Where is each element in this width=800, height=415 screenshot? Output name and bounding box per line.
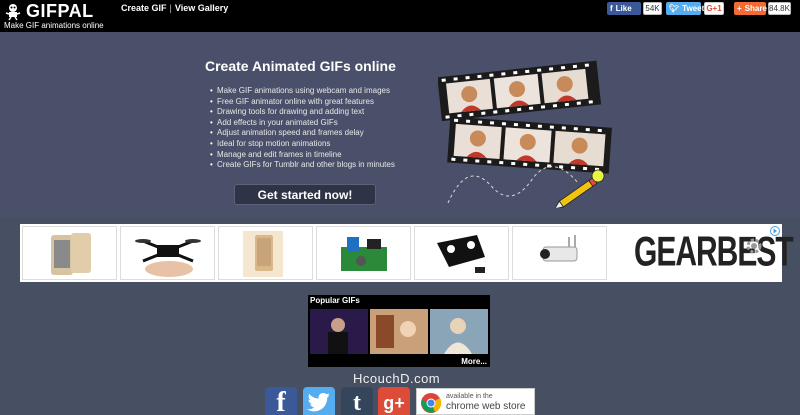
facebook-like-button[interactable]: f Like [607, 2, 641, 15]
ad-product-fpv-frame[interactable] [414, 226, 509, 280]
popular-gif-thumb[interactable] [370, 309, 428, 354]
brand-name: GIFPAL [26, 1, 94, 21]
feature-list: Make GIF animations using webcam and ima… [210, 86, 395, 171]
nav-separator: | [169, 3, 172, 13]
security-camera-product-image [540, 235, 578, 262]
drone-product-image [135, 239, 201, 277]
watermark-text: HcouchD.com [353, 371, 441, 386]
chrome-web-store-badge[interactable]: available in the chrome web store [416, 388, 535, 415]
feature-item: Drawing tools for drawing and adding tex… [210, 107, 395, 118]
adchoices-icon[interactable] [770, 226, 780, 236]
get-started-button[interactable]: Get started now! [234, 184, 376, 205]
facebook-icon[interactable]: f [265, 387, 297, 415]
facebook-like-label: Like [615, 4, 632, 13]
popular-gifs-title: Popular GIFs [310, 296, 360, 305]
popular-gifs-panel: Popular GIFs More... [308, 295, 490, 367]
tweet-label: Tweet [682, 4, 705, 13]
circuit-board-product-image [341, 237, 387, 271]
share-plus-icon: + [737, 4, 742, 13]
facebook-icon: f [610, 4, 613, 13]
chrome-badge-line1: available in the [446, 393, 493, 400]
nav-view-gallery[interactable]: View Gallery [175, 3, 228, 13]
feature-item: Add effects in your animated GIFs [210, 118, 395, 129]
ad-product-phone-gold[interactable] [218, 226, 313, 280]
gold-phone-product-image [243, 231, 283, 277]
share-button[interactable]: + Share [734, 2, 767, 15]
film-strip-illustration [438, 60, 612, 208]
chrome-badge-line2: chrome web store [446, 401, 526, 412]
feature-item: Adjust animation speed and frames delay [210, 128, 395, 139]
top-bar: GIFPAL Make GIF animations online Create… [0, 0, 800, 32]
twitter-icon[interactable] [303, 387, 335, 415]
feature-item: Create GIFs for Tumblr and other blogs i… [210, 160, 395, 171]
hero-section: Create Animated GIFs online Make GIF ani… [0, 32, 800, 218]
gifpal-robot-icon [5, 4, 21, 21]
google-plus-icon[interactable]: g+ [378, 387, 410, 415]
popular-gif-thumb[interactable] [430, 309, 488, 354]
twitter-bird-icon [307, 393, 330, 412]
nav-create-gif[interactable]: Create GIF [121, 3, 167, 13]
popular-gifs-more-link[interactable]: More... [461, 357, 487, 366]
feature-item: Free GIF animator online with great feat… [210, 97, 395, 108]
tumblr-icon[interactable]: t [341, 387, 373, 415]
gifpal-logo[interactable]: GIFPAL Make GIF animations online [2, 1, 114, 30]
feature-item: Ideal for stop motion animations [210, 139, 395, 150]
share-label: Share [744, 4, 767, 13]
ad-product-camera[interactable] [512, 226, 607, 280]
main-nav: Create GIF | View Gallery [121, 3, 228, 13]
tweet-button[interactable]: 🐦︎ Tweet [666, 2, 705, 15]
gearbest-logo-text[interactable]: GEARBEST [634, 229, 794, 277]
feature-item: Make GIF animations using webcam and ima… [210, 86, 395, 97]
ad-product-phone[interactable] [22, 226, 117, 280]
google-plus-one-button[interactable]: G+1 [704, 2, 724, 15]
ad-product-circuit[interactable] [316, 226, 411, 280]
popular-gif-thumb[interactable] [310, 309, 368, 354]
feature-item: Manage and edit frames in timeline [210, 150, 395, 161]
ad-banner[interactable]: GEARBEST [20, 224, 794, 282]
twitter-bird-icon: 🐦︎ [669, 4, 680, 13]
facebook-like-count: 54K [643, 2, 662, 15]
hero-title: Create Animated GIFs online [205, 58, 396, 74]
chrome-icon [421, 393, 442, 413]
brand-tagline: Make GIF animations online [4, 21, 104, 30]
ad-product-drone[interactable] [120, 226, 215, 280]
share-count: 84.8K [768, 2, 791, 15]
gear-icon [746, 238, 762, 254]
phone-product-image [51, 233, 91, 275]
fpv-frame-product-image [437, 235, 485, 273]
